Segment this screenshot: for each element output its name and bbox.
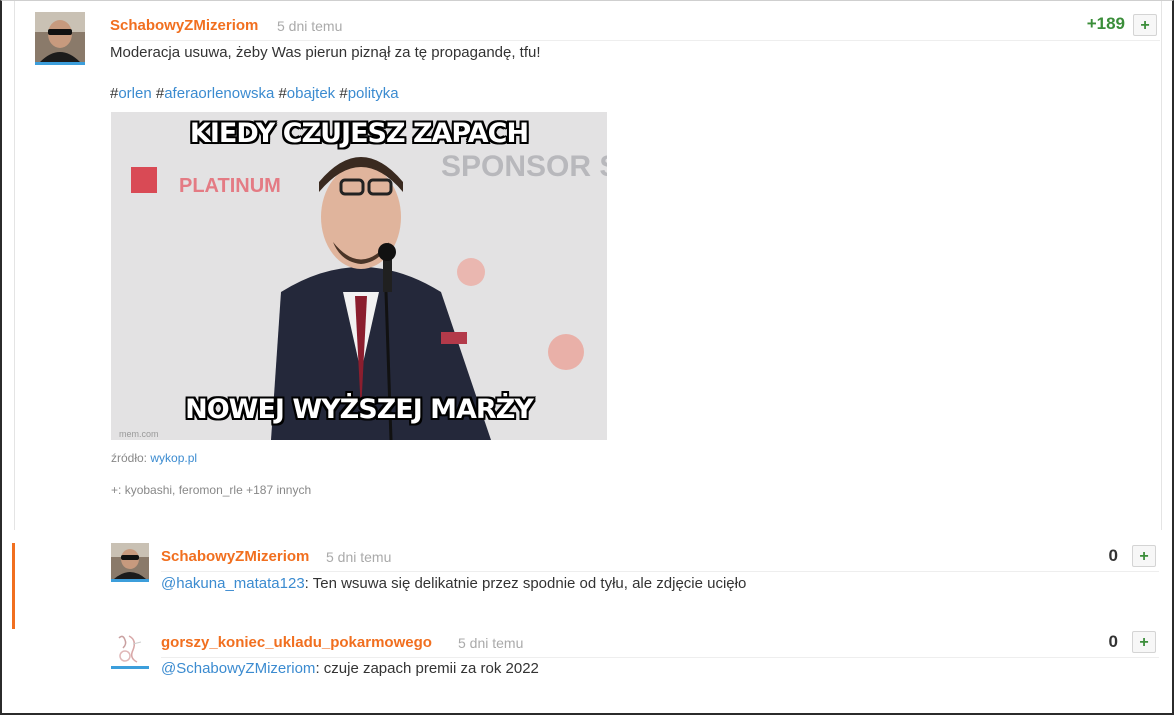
comment-score: 0 — [1108, 632, 1118, 651]
meme-bottom-caption: NOWEJ WYŻSZEJ MARŻY — [185, 394, 534, 425]
source-label: źródło: — [111, 451, 148, 465]
comment-time[interactable]: 5 dni temu — [458, 635, 523, 651]
new-comment-indicator — [12, 543, 15, 629]
post-author[interactable]: SchabowyZMizeriom — [110, 17, 258, 34]
tag-list: #orlen #aferaorlenowska #obajtek #polity… — [110, 85, 399, 102]
comment-body: : czuje zapach premii za rok 2022 — [315, 660, 539, 677]
comment-body: : Ten wsuwa się delikatnie przez spodnie… — [304, 575, 747, 592]
post-text: Moderacja usuwa, żeby Was pierun piznął … — [110, 44, 541, 61]
comment-author[interactable]: gorszy_koniec_ukladu_pokarmowego — [161, 634, 432, 651]
voters-line: +: kyobashi, feromon_rle +187 innych — [111, 483, 311, 497]
tag-aferaorlenowska[interactable]: aferaorlenowska — [164, 85, 274, 102]
comment-text: @hakuna_matata123: Ten wsuwa się delikat… — [161, 575, 746, 592]
comment-mention[interactable]: @SchabowyZMizeriom — [161, 660, 315, 677]
meme-photo: PLATINUM SPONSOR STRAT mem.com — [111, 112, 607, 440]
voters-prefix: +: — [111, 483, 122, 497]
comment-author[interactable]: SchabowyZMizeriom — [161, 548, 309, 565]
voters-list[interactable]: kyobashi, feromon_rle +187 innych — [125, 483, 311, 497]
tag-polityka[interactable]: polityka — [348, 85, 399, 102]
tag-hash: # — [155, 85, 165, 102]
divider — [110, 40, 1160, 41]
avatar-image — [111, 630, 149, 666]
upvote-button[interactable]: + — [1133, 14, 1157, 36]
author-avatar[interactable] — [35, 12, 85, 65]
comment-upvote-button[interactable]: + — [1132, 631, 1156, 653]
avatar-image — [111, 543, 149, 579]
bg-text-platinum: PLATINUM — [179, 175, 281, 197]
entry-post: SchabowyZMizeriom 5 dni temu +189 + Mode… — [14, 0, 1162, 530]
comment-text: @SchabowyZMizeriom: czuje zapach premii … — [161, 660, 539, 677]
comment-time[interactable]: 5 dni temu — [326, 549, 391, 565]
bg-text-sponsor: SPONSOR STRAT — [441, 150, 607, 183]
meme-top-caption: KIEDY CZUJESZ ZAPACH — [189, 118, 529, 149]
tag-hash: # — [339, 85, 348, 102]
divider — [161, 657, 1159, 658]
avatar-image — [35, 12, 85, 62]
tag-hash: # — [278, 85, 287, 102]
svg-text:mem.com: mem.com — [119, 429, 159, 439]
post-time[interactable]: 5 dni temu — [277, 18, 342, 34]
comment-avatar[interactable] — [111, 543, 149, 582]
post-score: +189 — [1086, 14, 1125, 33]
comment-score: 0 — [1108, 546, 1118, 565]
divider — [161, 571, 1159, 572]
source-link[interactable]: wykop.pl — [150, 451, 197, 465]
comment-upvote-button[interactable]: + — [1132, 545, 1156, 567]
tag-obajtek[interactable]: obajtek — [287, 85, 335, 102]
comment-mention[interactable]: @hakuna_matata123 — [161, 575, 305, 592]
source-line: źródło: wykop.pl — [111, 451, 197, 465]
meme-image[interactable]: PLATINUM SPONSOR STRAT mem.com KIEDY CZU… — [111, 112, 607, 440]
comment-avatar[interactable] — [111, 630, 149, 669]
tag-orlen[interactable]: orlen — [118, 85, 151, 102]
